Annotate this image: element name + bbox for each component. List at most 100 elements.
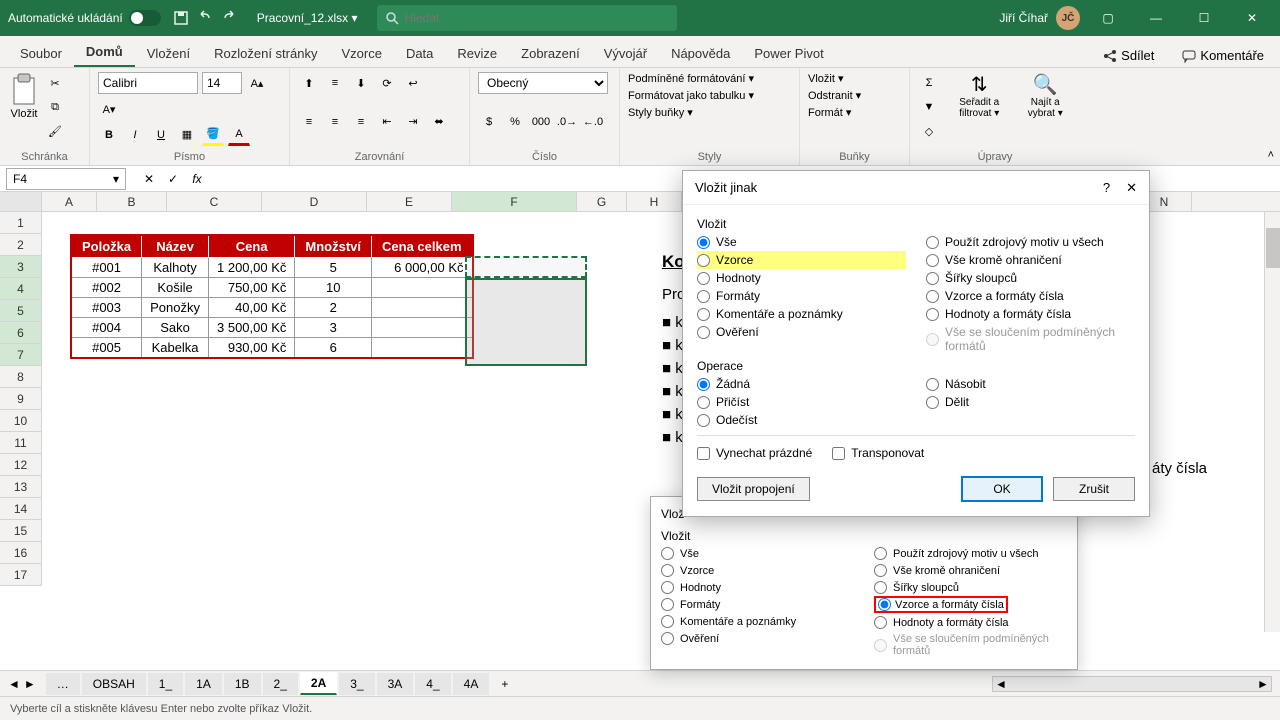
decrease-font-icon[interactable]: A▾: [98, 98, 120, 120]
cancel-formula-icon[interactable]: ✕: [138, 168, 160, 190]
share-button[interactable]: Sdílet: [1095, 44, 1162, 67]
row-header[interactable]: 7: [0, 344, 42, 366]
row-header[interactable]: 12: [0, 454, 42, 476]
borders-icon[interactable]: ▦: [176, 124, 198, 146]
radio-all[interactable]: [697, 236, 710, 249]
radio-formulas[interactable]: [697, 254, 710, 267]
row-header[interactable]: 17: [0, 564, 42, 586]
cut-icon[interactable]: ✂: [44, 72, 66, 94]
maximize-icon[interactable]: ☐: [1184, 3, 1224, 33]
ribbon-display-icon[interactable]: ▢: [1088, 3, 1128, 33]
comma-icon[interactable]: 000: [530, 111, 552, 133]
tab-data[interactable]: Data: [394, 40, 445, 67]
delete-cells-button[interactable]: Odstranit ▾: [808, 89, 901, 102]
find-select-button[interactable]: 🔍Najít a vybrat ▾: [1018, 72, 1072, 119]
close-icon[interactable]: ✕: [1232, 3, 1272, 33]
help-icon[interactable]: ?: [1103, 180, 1110, 196]
number-format-select[interactable]: Obecný: [478, 72, 608, 94]
radio-divide[interactable]: [926, 396, 939, 409]
tab-file[interactable]: Soubor: [8, 40, 74, 67]
increase-indent-icon[interactable]: ⇥: [402, 111, 424, 133]
format-painter-icon[interactable]: 🖌: [44, 120, 66, 142]
decrease-decimal-icon[interactable]: ←.0: [582, 111, 604, 133]
search-input[interactable]: [405, 11, 670, 25]
radio-values[interactable]: [697, 272, 710, 285]
increase-decimal-icon[interactable]: .0→: [556, 111, 578, 133]
decrease-indent-icon[interactable]: ⇤: [376, 111, 398, 133]
cell-styles-button[interactable]: Styly buňky ▾: [628, 106, 791, 119]
format-cells-button[interactable]: Formát ▾: [808, 106, 901, 119]
row-header[interactable]: 9: [0, 388, 42, 410]
vertical-scrollbar[interactable]: [1264, 212, 1280, 632]
close-icon[interactable]: ✕: [1126, 180, 1137, 196]
sheet-tab[interactable]: 1_: [148, 673, 183, 695]
percent-icon[interactable]: %: [504, 111, 526, 133]
sheet-tab[interactable]: 1B: [224, 673, 261, 695]
col-header[interactable]: A: [42, 192, 97, 211]
tab-home[interactable]: Domů: [74, 38, 135, 67]
sheet-tab[interactable]: 4A: [453, 673, 490, 695]
row-header[interactable]: 5: [0, 300, 42, 322]
insert-cells-button[interactable]: Vložit ▾: [808, 72, 901, 85]
autosave-toggle[interactable]: [129, 10, 161, 26]
italic-button[interactable]: I: [124, 124, 146, 146]
ok-button[interactable]: OK: [961, 476, 1043, 502]
copy-icon[interactable]: ⧉: [44, 96, 66, 118]
align-top-icon[interactable]: ⬆: [298, 72, 320, 94]
tab-view[interactable]: Zobrazení: [509, 40, 592, 67]
name-box[interactable]: F4▾: [6, 168, 126, 190]
sheet-tab[interactable]: 2_: [263, 673, 298, 695]
paste-link-button[interactable]: Vložit propojení: [697, 477, 810, 501]
merge-icon[interactable]: ⬌: [428, 111, 450, 133]
row-header[interactable]: 8: [0, 366, 42, 388]
row-header[interactable]: 11: [0, 432, 42, 454]
col-header[interactable]: H: [627, 192, 682, 211]
increase-font-icon[interactable]: A▴: [246, 72, 268, 94]
align-middle-icon[interactable]: ≡: [324, 72, 346, 94]
enter-formula-icon[interactable]: ✓: [162, 168, 184, 190]
align-left-icon[interactable]: ≡: [298, 111, 320, 133]
sheet-tab[interactable]: 3_: [339, 673, 374, 695]
align-center-icon[interactable]: ≡: [324, 111, 346, 133]
font-color-icon[interactable]: A: [228, 124, 250, 146]
accounting-icon[interactable]: $: [478, 111, 500, 133]
col-header[interactable]: C: [167, 192, 262, 211]
radio-values-num[interactable]: [926, 308, 939, 321]
sheet-tab[interactable]: 2A: [300, 672, 337, 695]
cond-format-button[interactable]: Podmíněné formátování ▾: [628, 72, 791, 85]
tab-layout[interactable]: Rozložení stránky: [202, 40, 329, 67]
paste-button[interactable]: Vložit: [8, 72, 40, 142]
minimize-icon[interactable]: —: [1136, 3, 1176, 33]
undo-icon[interactable]: [197, 10, 213, 26]
row-header[interactable]: 13: [0, 476, 42, 498]
radio-source-theme[interactable]: [926, 236, 939, 249]
radio-formats[interactable]: [697, 290, 710, 303]
fill-color-icon[interactable]: 🪣: [202, 124, 224, 146]
filename-label[interactable]: Pracovní_12.xlsx ▾: [257, 11, 358, 25]
sheet-next-icon[interactable]: ►: [24, 677, 36, 691]
row-header[interactable]: 3: [0, 256, 42, 278]
sheet-tab[interactable]: OBSAH: [82, 673, 146, 695]
search-box[interactable]: [377, 5, 677, 31]
select-all-corner[interactable]: [0, 192, 42, 211]
sheet-tab[interactable]: 1A: [185, 673, 222, 695]
row-header[interactable]: 4: [0, 278, 42, 300]
font-size-input[interactable]: [202, 72, 242, 94]
scroll-left-icon[interactable]: ◄: [993, 677, 1009, 691]
check-skip-blanks[interactable]: [697, 447, 710, 460]
comments-button[interactable]: Komentáře: [1174, 44, 1272, 67]
row-header[interactable]: 6: [0, 322, 42, 344]
wrap-text-icon[interactable]: ↩: [402, 72, 424, 94]
tab-formulas[interactable]: Vzorce: [329, 40, 393, 67]
format-table-button[interactable]: Formátovat jako tabulku ▾: [628, 89, 791, 102]
chevron-down-icon[interactable]: ▾: [113, 172, 119, 186]
row-header[interactable]: 10: [0, 410, 42, 432]
radio-no-borders[interactable]: [926, 254, 939, 267]
radio-comments[interactable]: [697, 308, 710, 321]
autosum-icon[interactable]: Σ: [918, 72, 940, 94]
radio-none[interactable]: [697, 378, 710, 391]
col-header[interactable]: E: [367, 192, 452, 211]
row-header[interactable]: 2: [0, 234, 42, 256]
save-icon[interactable]: [173, 10, 189, 26]
check-transpose[interactable]: [832, 447, 845, 460]
